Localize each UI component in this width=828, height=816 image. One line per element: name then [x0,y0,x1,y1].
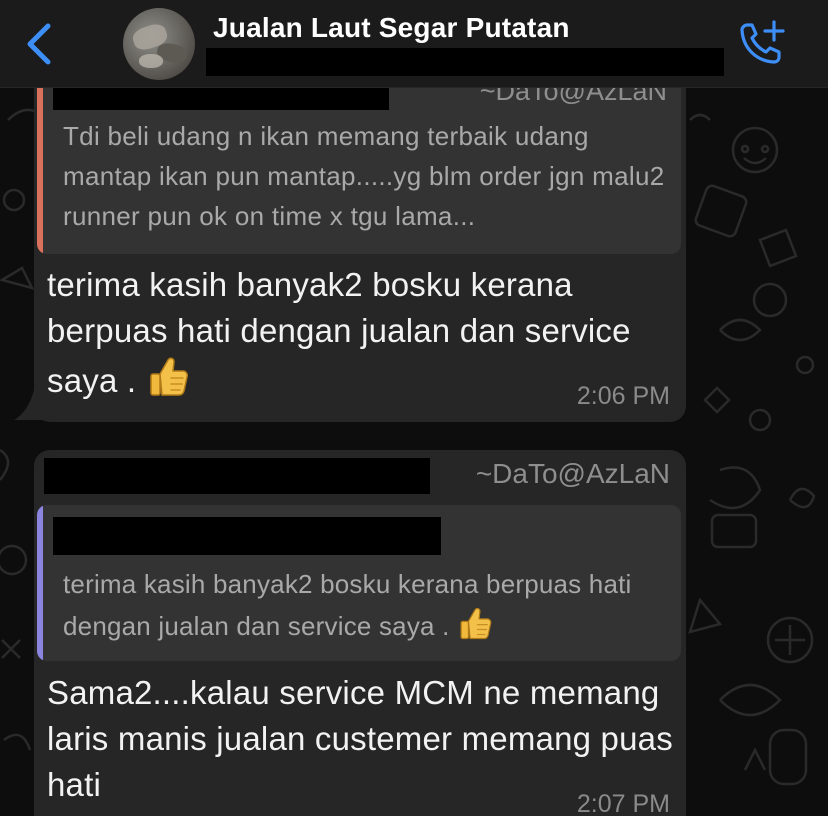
sender-name[interactable]: ~DaTo@AzLaN [476,458,670,490]
chat-header: Jualan Laut Segar Putatan [0,0,828,88]
message-text: Sama2....kalau service MCM ne memang lar… [47,674,673,803]
redacted-sender [44,458,430,494]
message-bubble[interactable]: ~DaTo@AzLaN Tdi beli udang n ikan memang… [34,82,686,422]
chevron-left-icon[interactable] [22,22,56,66]
quoted-text: terima kasih banyak2 bosku kerana berpua… [63,569,632,641]
redacted-name [53,517,441,555]
message-time: 2:07 PM [576,790,670,816]
avatar[interactable] [123,8,195,80]
quote-bar [37,505,43,661]
add-call-icon[interactable] [734,18,786,68]
contact-name[interactable]: Jualan Laut Segar Putatan [213,12,570,44]
quoted-message[interactable]: terima kasih banyak2 bosku kerana berpua… [37,505,681,661]
quote-bar [37,82,43,254]
redacted-subtitle [206,48,724,76]
quoted-message[interactable]: ~DaTo@AzLaN Tdi beli udang n ikan memang… [37,82,681,254]
thumbs-up-icon [149,357,188,396]
message-bubble[interactable]: ~DaTo@AzLaN terima kasih banyak2 bosku k… [34,450,686,816]
chat-screen: Jualan Laut Segar Putatan ~DaTo@AzLaN Td… [0,0,828,816]
thumbs-up-icon [460,607,492,640]
quoted-text: Tdi beli udang n ikan memang terbaik uda… [63,121,665,231]
message-time: 2:06 PM [576,382,670,410]
